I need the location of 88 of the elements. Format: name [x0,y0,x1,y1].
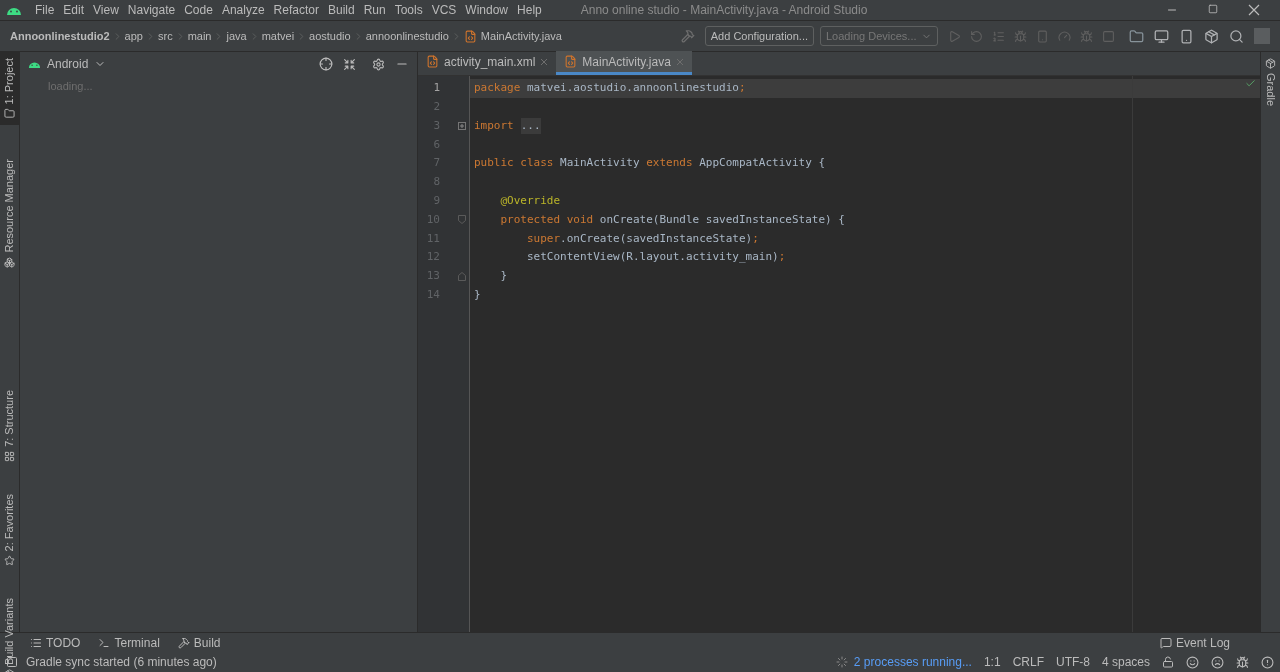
smile-icon[interactable] [1186,655,1199,669]
toolbar-icon[interactable] [1036,29,1049,43]
processes-link[interactable]: 2 processes running... [853,653,972,671]
caret-position[interactable]: 1:1 [983,653,1001,671]
locate-icon[interactable] [319,57,333,71]
menu-item[interactable]: Help [517,1,542,19]
breadcrumb[interactable]: app [124,27,143,45]
inspector-icon[interactable] [1236,655,1249,669]
tool-window-tab[interactable]: TODO [30,633,81,652]
frown-icon[interactable] [1211,655,1224,669]
breadcrumb[interactable]: src [157,27,173,45]
phone-icon[interactable] [1179,28,1194,44]
file-icon [564,55,578,68]
code-line: super.onCreate(savedInstanceState); [525,230,759,247]
java-file-icon [463,29,477,43]
toolbar-icon[interactable] [948,29,961,43]
code-line: public class MainActivity extends AppCompatActivity { [473,155,825,172]
tool-window-tab[interactable]: Resource Manager [0,153,19,275]
tool-window-tab[interactable]: Build Variants [0,592,19,672]
toolbar-icon[interactable] [1102,29,1115,43]
toolbar-icon[interactable] [992,29,1005,43]
breadcrumb[interactable]: main [187,27,212,45]
toolbar-icon[interactable] [1058,29,1071,43]
menu-item[interactable]: Analyze [221,1,265,19]
collapse-icon[interactable] [343,57,356,71]
menu-item[interactable]: Code [184,1,213,19]
tool-window-tab[interactable]: Build [177,633,221,652]
menu-item[interactable]: Refactor [273,1,319,19]
editor-tab[interactable]: MainActivity.java [556,51,692,75]
menu-item[interactable]: Window [465,1,509,19]
editor-tab[interactable]: activity_main.xml [418,51,557,75]
add-configuration-button[interactable]: Add Configuration... [704,26,814,46]
menu-item[interactable]: Run [363,1,386,19]
breadcrumb[interactable]: annoonlinestudio [365,27,449,45]
breadcrumb[interactable]: MainActivity.java [480,27,562,45]
code-line: } [499,268,508,285]
line-number: 1 [432,80,440,97]
search-icon[interactable] [1229,28,1244,44]
fold-start-icon[interactable] [458,215,466,225]
folder-icon[interactable] [1129,28,1144,44]
lock-icon[interactable] [1162,656,1174,668]
tool-window-tab[interactable]: Terminal [98,633,160,652]
tool-window-tab[interactable]: 1: Project [0,52,19,126]
check-icon [1245,78,1256,89]
settings-icon[interactable] [372,57,385,71]
code-line: setContentView(R.layout.activity_main); [525,249,786,266]
breadcrumb[interactable]: Annoonlinestudio2 [10,27,110,45]
code-line: } [473,286,481,303]
code-line: protected void onCreate(Bundle savedInstanceState) { [499,211,845,228]
toolbar-icon[interactable] [1080,29,1093,43]
tool-window-tab[interactable]: 2: Favorites [0,487,19,573]
status-message: Gradle sync started (6 minutes ago) [26,654,217,671]
indent-setting[interactable]: 4 spaces [1101,653,1150,671]
spinner-icon [835,656,848,668]
file-icon [426,55,439,68]
restore-icon[interactable] [1208,4,1218,14]
event-log-tab[interactable]: Event Log [1159,633,1230,652]
menu-item[interactable]: Build [327,1,355,19]
code-line: package matvei.aostudio.annoonlinestudio; [473,80,746,97]
window-title: Anno online studio - MainActivity.java - Android Studio [580,2,868,19]
breadcrumb[interactable]: matvei [261,27,295,45]
package-icon[interactable] [1204,28,1219,44]
monitor-icon[interactable] [1154,28,1169,44]
menu-item[interactable]: VCS [431,1,457,19]
menu-item[interactable]: Edit [63,1,85,19]
breadcrumb[interactable]: aostudio [309,27,351,45]
tool-window-tab[interactable]: Gradle [1262,58,1279,107]
menu-item[interactable]: Tools [394,1,423,19]
toolbar-icon[interactable] [970,29,983,43]
event-log-icon [1159,636,1172,649]
alert-icon[interactable] [1261,655,1274,669]
close-icon[interactable] [1248,4,1260,16]
menu-item[interactable]: Navigate [127,1,176,19]
android-icon [6,5,22,15]
hammer-icon[interactable] [680,29,695,43]
file-encoding[interactable]: UTF-8 [1055,653,1090,671]
menu-item[interactable]: View [93,1,119,19]
breadcrumb[interactable]: java [226,27,247,45]
line-separator[interactable]: CRLF [1012,653,1044,671]
android-icon [28,60,41,68]
tool-window-tab[interactable]: 7: Structure [0,384,19,468]
code-line: import ... [470,116,541,136]
fold-end-icon[interactable] [458,271,466,281]
fold-plus-icon[interactable] [458,122,466,130]
view-selector[interactable]: Android [47,55,89,73]
menu-item[interactable]: File [35,1,55,19]
code-line: @Override [499,192,561,209]
toolbar-icon[interactable] [1014,29,1027,43]
